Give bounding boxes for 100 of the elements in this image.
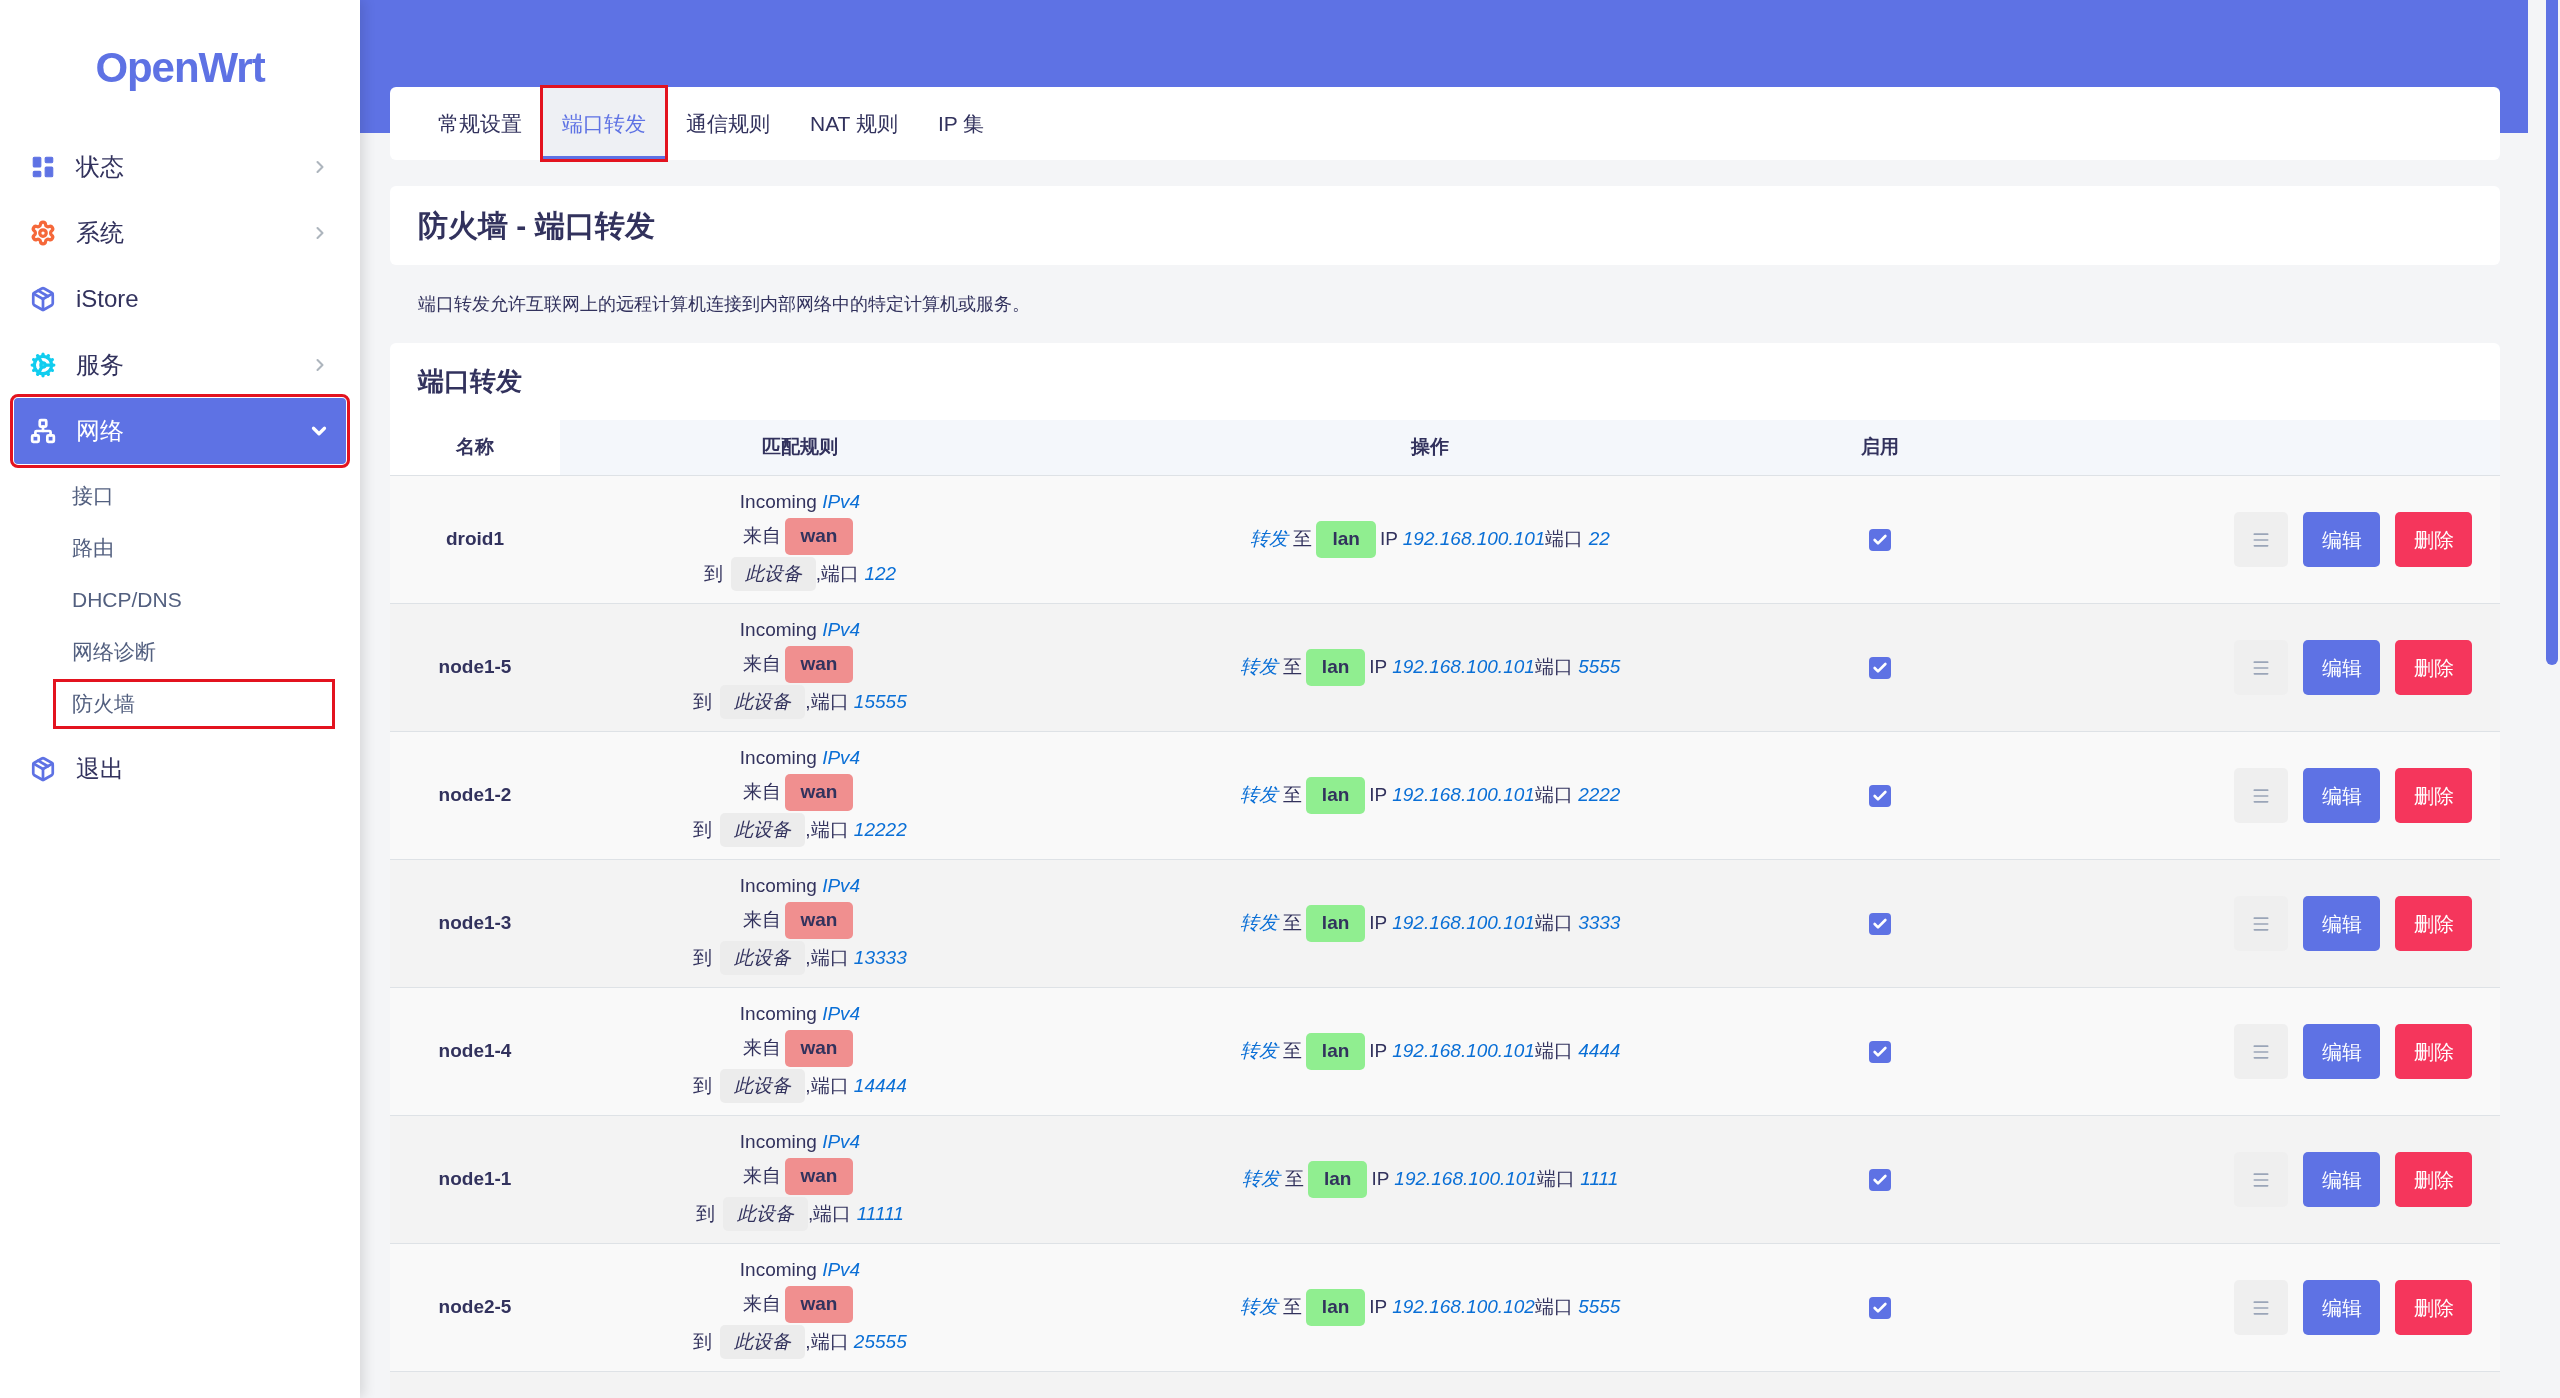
action-text: 转发 至	[1239, 911, 1302, 936]
delete-button[interactable]: 删除	[2395, 896, 2472, 951]
delete-button[interactable]: 删除	[2395, 640, 2472, 695]
rule-name: droid1	[445, 527, 505, 552]
device-badge: 此设备	[720, 940, 806, 976]
edit-button[interactable]: 编辑	[2303, 640, 2380, 695]
drag-handle[interactable]	[2234, 640, 2288, 695]
enable-checkbox[interactable]	[1869, 1296, 1891, 1319]
cube-icon	[30, 756, 56, 782]
edit-button[interactable]: 编辑	[2303, 1280, 2380, 1335]
delete-button[interactable]: 删除	[2395, 768, 2472, 823]
device-badge: 此设备	[720, 1068, 806, 1104]
edit-button[interactable]: 编辑	[2303, 1024, 2380, 1079]
port-text: ,端口 122	[815, 561, 897, 586]
enable-checkbox[interactable]	[1869, 784, 1891, 807]
match-rule-text: Incoming IPv4	[739, 745, 861, 770]
zone-badge: lan	[1305, 1033, 1366, 1070]
target-text: IP 192.168.100.101端口 5555	[1369, 655, 1621, 680]
target-text: IP 192.168.100.101端口 3333	[1369, 911, 1621, 936]
enable-checkbox[interactable]	[1869, 1168, 1891, 1191]
drag-handle[interactable]	[2234, 1024, 2288, 1079]
submenu-item[interactable]: 网络诊断	[56, 630, 332, 674]
delete-button[interactable]: 删除	[2395, 1152, 2472, 1207]
tab[interactable]: 通信规则	[666, 87, 790, 160]
sidebar-item[interactable]: 状态	[14, 134, 346, 200]
match-rule-text: Incoming IPv4	[739, 873, 861, 898]
match-rule-text: Incoming IPv4	[739, 1257, 861, 1282]
target-text: IP 192.168.100.101端口 4444	[1369, 1039, 1621, 1064]
column-header: 名称	[456, 435, 494, 460]
rule-name: node1-4	[438, 1039, 512, 1064]
section-title: 端口转发	[418, 365, 522, 398]
tab[interactable]: 常规设置	[418, 87, 542, 160]
rule-name: node1-5	[438, 655, 512, 680]
drag-handle[interactable]	[2234, 768, 2288, 823]
sidebar-item[interactable]: 退出	[14, 736, 346, 802]
port-text: ,端口 12222	[805, 817, 907, 842]
from-label: 来自	[742, 1292, 781, 1317]
zone-badge: lan	[1308, 1161, 1368, 1198]
zone-badge: wan	[784, 902, 854, 939]
enable-checkbox[interactable]	[1869, 1040, 1891, 1063]
edit-button[interactable]: 编辑	[2303, 896, 2380, 951]
delete-button[interactable]: 删除	[2395, 512, 2472, 567]
edit-button[interactable]: 编辑	[2303, 512, 2380, 567]
drag-handle[interactable]	[2234, 1152, 2288, 1207]
tab[interactable]: NAT 规则	[790, 87, 918, 160]
submenu-item[interactable]: DHCP/DNS	[56, 578, 332, 622]
zone-badge: wan	[784, 1030, 854, 1067]
drag-handle[interactable]	[2234, 896, 2288, 951]
action-text: 转发 至	[1241, 1167, 1304, 1192]
port-text: ,端口 11111	[808, 1201, 904, 1226]
match-rule-text: Incoming IPv4	[739, 617, 861, 642]
action-text: 转发 至	[1239, 1295, 1302, 1320]
from-label: 来自	[742, 780, 781, 805]
action-text: 转发 至	[1250, 527, 1313, 552]
from-label: 来自	[742, 1036, 781, 1061]
drag-handle[interactable]	[2234, 1280, 2288, 1335]
port-text: ,端口 25555	[805, 1329, 907, 1354]
sidebar-item[interactable]: 服务	[14, 332, 346, 398]
enable-checkbox[interactable]	[1869, 656, 1891, 679]
from-label: 来自	[742, 908, 781, 933]
port-text: ,端口 13333	[805, 945, 907, 970]
submenu-item[interactable]: 路由	[56, 526, 332, 570]
enable-checkbox[interactable]	[1869, 912, 1891, 935]
action-text: 转发 至	[1239, 783, 1302, 808]
zone-badge: wan	[784, 518, 854, 555]
device-badge: 此设备	[720, 684, 806, 720]
column-header: 启用	[1861, 435, 1899, 460]
zone-badge: wan	[784, 646, 854, 683]
enable-checkbox[interactable]	[1869, 528, 1891, 551]
device-badge: 此设备	[720, 1324, 806, 1360]
action-text: 转发 至	[1239, 655, 1302, 680]
rule-name: node2-5	[438, 1295, 512, 1320]
to-label: 到	[693, 1073, 713, 1098]
device-badge: 此设备	[723, 1196, 809, 1232]
match-rule-text: Incoming IPv4	[739, 489, 861, 514]
column-header: 匹配规则	[762, 435, 838, 460]
tab[interactable]: 端口转发	[542, 87, 666, 160]
zone-badge: wan	[784, 1158, 854, 1195]
edit-button[interactable]: 编辑	[2303, 1152, 2380, 1207]
cube-icon	[30, 286, 56, 312]
zone-badge: lan	[1305, 1289, 1366, 1326]
tab[interactable]: IP 集	[917, 87, 1005, 160]
submenu-item[interactable]: 接口	[56, 474, 332, 518]
zone-badge: lan	[1316, 521, 1376, 558]
sidebar-item[interactable]: iStore	[14, 266, 346, 332]
drag-handle[interactable]	[2234, 512, 2288, 567]
rule-name: node1-3	[438, 911, 512, 936]
delete-button[interactable]: 删除	[2395, 1024, 2472, 1079]
delete-button[interactable]: 删除	[2395, 1280, 2472, 1335]
submenu-item[interactable]: 防火墙	[56, 682, 332, 726]
cogs-icon	[30, 352, 56, 378]
edit-button[interactable]: 编辑	[2303, 768, 2380, 823]
sidebar-item[interactable]: 系统	[14, 200, 346, 266]
rule-name: node1-1	[438, 1167, 512, 1192]
target-text: IP 192.168.100.101端口 2222	[1369, 783, 1621, 808]
scrollbar-thumb[interactable]	[2546, 0, 2558, 665]
dashboard-icon	[30, 154, 56, 180]
port-text: ,端口 15555	[805, 689, 907, 714]
openwrt-logo[interactable]: OpenWrt	[95, 35, 265, 99]
page-description: 端口转发允许互联网上的远程计算机连接到内部网络中的特定计算机或服务。	[418, 292, 1030, 316]
